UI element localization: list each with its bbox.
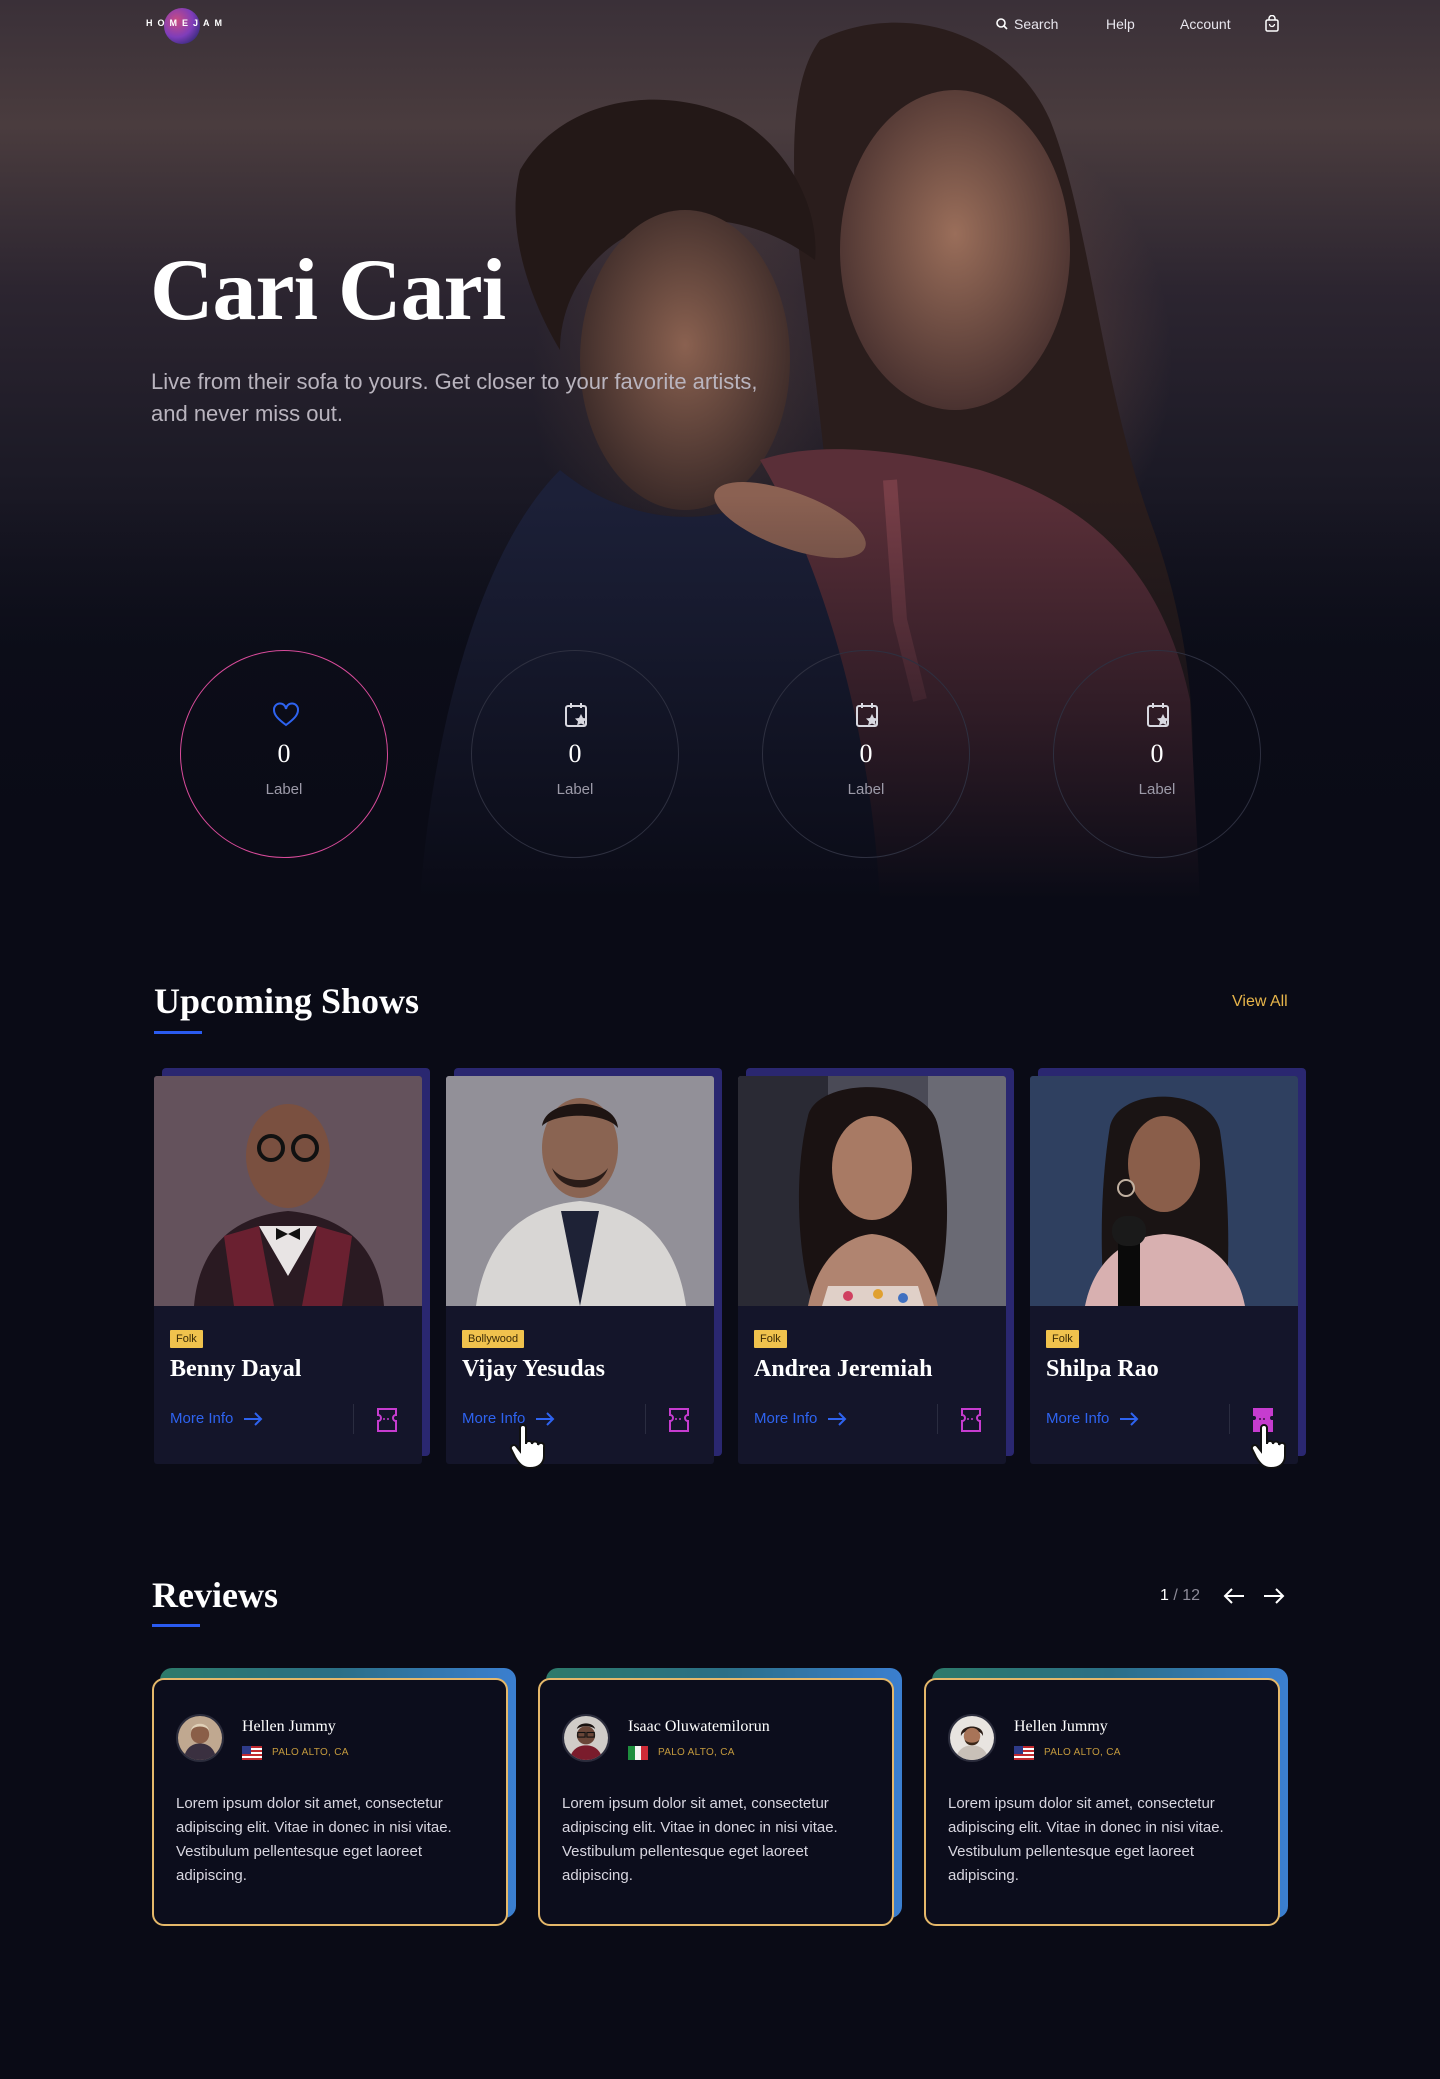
search-icon xyxy=(996,18,1008,30)
more-info-label: More Info xyxy=(170,1410,234,1427)
stat-circle-4[interactable]: 0 Label xyxy=(1053,650,1261,858)
view-all-link[interactable]: View All xyxy=(1232,993,1288,1011)
arrow-left-icon[interactable] xyxy=(1222,1586,1246,1606)
more-info-link[interactable]: More Info xyxy=(1046,1410,1139,1427)
shopping-bag-icon xyxy=(1265,15,1279,32)
logo[interactable]: HOMEJAM xyxy=(146,18,227,28)
divider xyxy=(645,1404,646,1434)
reviewer-location: PALO ALTO, CA xyxy=(272,1747,349,1758)
pager-current: 1 xyxy=(1160,1587,1169,1604)
hero-subtitle: Live from their sofa to yours. Get close… xyxy=(151,369,758,426)
review-card: Hellen Jummy PALO ALTO, CA Lorem ipsum d… xyxy=(152,1668,516,1926)
stat-label: Label xyxy=(556,781,594,798)
section-underline xyxy=(154,1031,202,1034)
artist-photo xyxy=(446,1076,714,1306)
genre-tag: Folk xyxy=(170,1330,203,1348)
show-card[interactable]: Folk Andrea Jeremiah More Info xyxy=(738,1068,1014,1464)
divider xyxy=(1229,1404,1230,1434)
stat-value: 0 xyxy=(277,739,291,768)
nav-cart[interactable] xyxy=(1264,15,1280,33)
show-card-body: Folk Benny Dayal More Info xyxy=(154,1076,422,1464)
artist-name-title: Cari Cari xyxy=(150,242,506,339)
artist-name: Vijay Yesudas xyxy=(462,1356,605,1382)
arrow-right-icon xyxy=(828,1411,847,1426)
review-pager: 1 / 12 xyxy=(1160,1587,1200,1605)
stat-circle-favorites[interactable]: 0 Label xyxy=(180,650,388,858)
arrow-right-icon xyxy=(1120,1411,1139,1426)
arrow-right-icon xyxy=(244,1411,263,1426)
avatar xyxy=(562,1714,610,1762)
ticket-icon[interactable] xyxy=(375,1407,399,1433)
artist-photo xyxy=(738,1076,1006,1306)
show-card[interactable]: Folk Benny Dayal More Info xyxy=(154,1068,430,1464)
us-flag-icon xyxy=(242,1746,262,1760)
upcoming-shows-title: Upcoming Shows xyxy=(154,981,420,1021)
artist-name: Andrea Jeremiah xyxy=(754,1356,933,1382)
hand-cursor-icon xyxy=(1250,1424,1287,1470)
review-text: Lorem ipsum dolor sit amet, consectetur … xyxy=(948,1795,1224,1884)
calendar-star-icon xyxy=(565,703,587,727)
artist-name: Benny Dayal xyxy=(170,1356,302,1382)
stat-value: 0 xyxy=(859,739,873,768)
show-card-body: Bollywood Vijay Yesudas More Info xyxy=(446,1076,714,1464)
stat-label: Label xyxy=(847,781,885,798)
top-navigation-bar: HOMEJAM Search Help Account xyxy=(0,0,1440,50)
stat-label: Label xyxy=(1138,781,1176,798)
more-info-link[interactable]: More Info xyxy=(170,1410,263,1427)
review-text: Lorem ipsum dolor sit amet, consectetur … xyxy=(176,1795,452,1884)
review-card-body: Isaac Oluwatemilorun PALO ALTO, CA Lorem… xyxy=(538,1678,894,1926)
nav-account[interactable]: Account xyxy=(1180,16,1231,32)
reviews-title: Reviews xyxy=(152,1575,278,1615)
review-card: Isaac Oluwatemilorun PALO ALTO, CA Lorem… xyxy=(538,1668,902,1926)
avatar xyxy=(176,1714,224,1762)
ticket-icon[interactable] xyxy=(959,1407,983,1433)
stat-value: 0 xyxy=(1150,739,1164,768)
nav-search[interactable]: Search xyxy=(996,16,1058,32)
more-info-label: More Info xyxy=(1046,1410,1110,1427)
calendar-star-icon xyxy=(1147,703,1169,727)
artist-photo xyxy=(154,1076,422,1306)
genre-tag: Bollywood xyxy=(462,1330,525,1348)
review-card-body: Hellen Jummy PALO ALTO, CA Lorem ipsum d… xyxy=(924,1678,1280,1926)
avatar xyxy=(948,1714,996,1762)
show-card-body: Folk Shilpa Rao More Info xyxy=(1030,1076,1298,1464)
more-info-link[interactable]: More Info xyxy=(754,1410,847,1427)
show-card[interactable]: Bollywood Vijay Yesudas More Info xyxy=(446,1068,722,1464)
arrow-right-icon[interactable] xyxy=(1262,1586,1286,1606)
divider xyxy=(937,1404,938,1434)
nav-help[interactable]: Help xyxy=(1106,16,1135,32)
reviewer-location: PALO ALTO, CA xyxy=(1044,1747,1121,1758)
stat-value: 0 xyxy=(568,739,582,768)
stat-label: Label xyxy=(265,781,303,798)
reviewer-name: Hellen Jummy xyxy=(1014,1718,1108,1735)
genre-tag: Folk xyxy=(1046,1330,1079,1348)
genre-tag: Folk xyxy=(754,1330,787,1348)
stat-circle-3[interactable]: 0 Label xyxy=(762,650,970,858)
more-info-label: More Info xyxy=(754,1410,818,1427)
calendar-star-icon xyxy=(856,703,878,727)
show-card[interactable]: Folk Shilpa Rao More Info xyxy=(1030,1068,1306,1464)
artist-photo xyxy=(1030,1076,1298,1306)
review-card-body: Hellen Jummy PALO ALTO, CA Lorem ipsum d… xyxy=(152,1678,508,1926)
reviewer-location: PALO ALTO, CA xyxy=(658,1747,735,1758)
pager-total: / 12 xyxy=(1173,1587,1201,1604)
stat-circle-2[interactable]: 0 Label xyxy=(471,650,679,858)
hand-cursor-icon xyxy=(509,1424,546,1470)
divider xyxy=(353,1404,354,1434)
show-card-body: Folk Andrea Jeremiah More Info xyxy=(738,1076,1006,1464)
section-underline xyxy=(152,1624,200,1627)
review-text: Lorem ipsum dolor sit amet, consectetur … xyxy=(562,1795,838,1884)
reviewer-name: Isaac Oluwatemilorun xyxy=(628,1718,770,1735)
heart-icon xyxy=(273,702,299,727)
us-flag-icon xyxy=(1014,1746,1034,1760)
artist-name: Shilpa Rao xyxy=(1046,1356,1159,1382)
reviewer-name: Hellen Jummy xyxy=(242,1718,336,1735)
ticket-icon[interactable] xyxy=(667,1407,691,1433)
italy-flag-icon xyxy=(628,1746,648,1760)
review-card: Hellen Jummy PALO ALTO, CA Lorem ipsum d… xyxy=(924,1668,1288,1926)
nav-search-label: Search xyxy=(1014,16,1059,32)
